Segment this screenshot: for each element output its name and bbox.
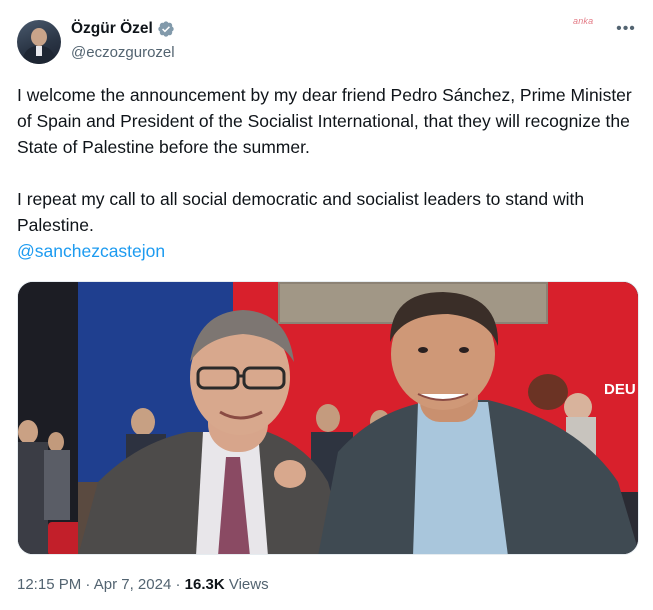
tweet-time[interactable]: 12:15 PM <box>17 576 81 593</box>
avatar[interactable] <box>17 20 61 64</box>
tweet-paragraph-2: I repeat my call to all social democrati… <box>17 189 585 235</box>
watermark-logo: anka <box>573 16 594 26</box>
tweet-meta: 12:15 PM · Apr 7, 2024 · 16.3K Views <box>17 576 269 593</box>
meta-separator-2: · <box>175 576 181 593</box>
author-name-row: Özgür Özel <box>71 20 175 38</box>
author-display-name[interactable]: Özgür Özel <box>71 20 153 38</box>
tweet-header: Özgür Özel @eczozgurozel <box>17 18 639 66</box>
verified-badge-icon <box>157 20 175 38</box>
photo-illustration: DEU <box>18 282 638 554</box>
tweet-paragraph-1: I welcome the announcement by my dear fr… <box>17 85 632 157</box>
more-options-icon[interactable]: ••• <box>615 18 637 40</box>
mention-link[interactable]: @sanchezcastejon <box>17 241 165 261</box>
tweet-date[interactable]: Apr 7, 2024 <box>94 576 172 593</box>
tweet-card: Özgür Özel @eczozgurozel anka ••• I welc… <box>0 0 653 610</box>
author-handle[interactable]: @eczozgurozel <box>71 44 175 61</box>
tweet-text: I welcome the announcement by my dear fr… <box>17 82 637 264</box>
tweet-photo[interactable]: DEU <box>17 281 639 555</box>
photo-backdrop-text: DEU <box>604 381 636 398</box>
meta-separator: · <box>85 576 91 593</box>
views-count: 16.3K <box>184 576 225 593</box>
views-label: Views <box>228 576 269 593</box>
